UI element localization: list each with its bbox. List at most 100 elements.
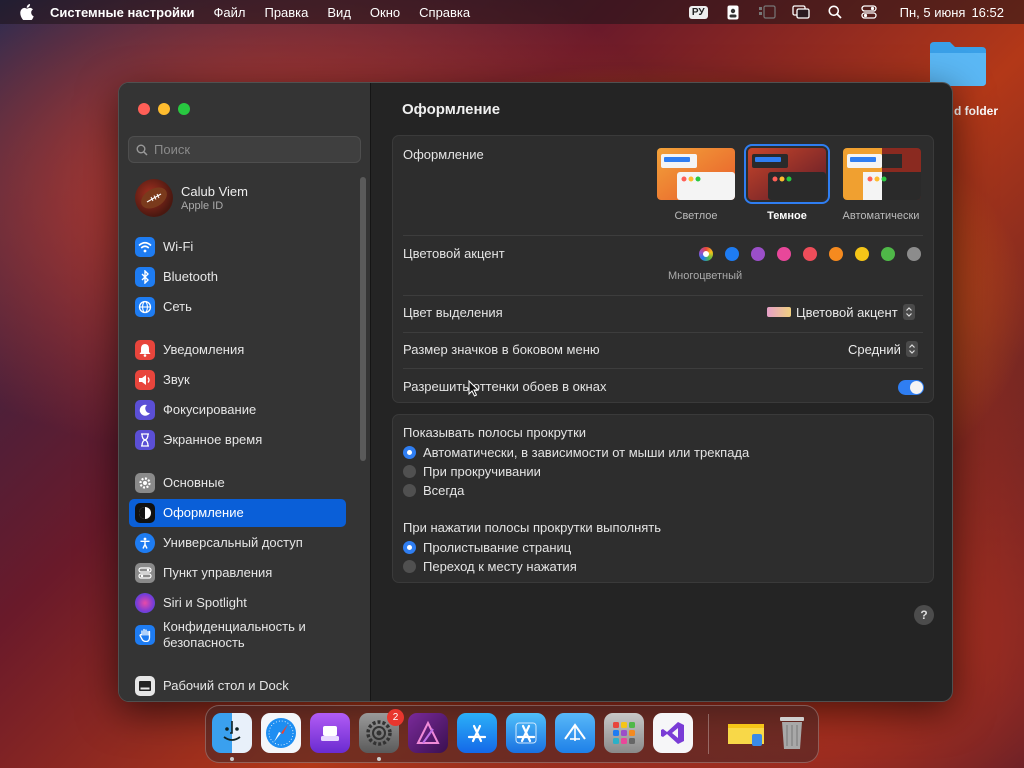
safari-icon[interactable] [261,713,301,753]
radio-unselected [403,484,416,497]
sidebar-item-siri-spotlight[interactable]: Siri и Spotlight [129,589,346,617]
accent-green-swatch[interactable] [881,247,895,261]
sidebar-item-focus[interactable]: Фокусирование [129,396,346,424]
zoom-button[interactable] [178,103,190,115]
dock-running-indicator [377,757,381,761]
sidebar-item-privacy-security[interactable]: Конфиденциальность и безопасность [129,617,346,653]
sidebar-item-label: Пункт управления [163,565,273,580]
accent-blue-swatch[interactable] [725,247,739,261]
sidebar-item-screen-time[interactable]: Экранное время [129,426,346,454]
scroll-click-jump-option[interactable]: Переход к месту нажатия [403,559,577,574]
input-language-badge[interactable]: РУ [688,5,708,19]
appearance-pane: Оформление Оформление Светлое Темное Авт… [372,83,952,701]
search-input[interactable] [154,142,344,157]
wallpaper-tinting-label: Разрешить оттенки обоев в окнах [403,379,607,394]
menu-view[interactable]: Вид [327,5,351,20]
accent-orange-swatch[interactable] [829,247,843,261]
menu-help[interactable]: Справка [419,5,470,20]
sidebar-item-appearance[interactable]: Оформление [129,499,346,527]
app-store-icon[interactable] [457,713,497,753]
sidebar-item-wifi[interactable]: Wi-Fi [129,233,346,261]
radio-selected [403,446,416,459]
dark-theme-preview [748,148,826,200]
folder-icon [928,38,988,88]
launchpad-icon[interactable] [604,713,644,753]
highlight-color-popup[interactable]: Цветовой акцент [767,304,915,320]
mouse-cursor-icon [468,379,480,402]
apple-menu-icon[interactable] [18,3,36,21]
accent-pink-swatch[interactable] [777,247,791,261]
page-title: Оформление [402,101,501,118]
search-icon[interactable] [826,4,844,20]
siri-icon [135,593,155,613]
sidebar-item-network[interactable]: Сеть [129,293,346,321]
appearance-dark-caption: Темное [767,210,807,222]
testflight-icon[interactable] [555,713,595,753]
finder-icon[interactable] [212,713,252,753]
auto-theme-preview [843,148,921,200]
scroll-click-next-page-option[interactable]: Пролистывание страниц [403,540,571,555]
podcasts-icon[interactable] [310,713,350,753]
sidebar-item-desktop-dock[interactable]: Рабочий стол и Dock [129,672,346,700]
trash-icon[interactable] [772,713,812,753]
accent-red-swatch[interactable] [803,247,817,261]
accent-purple-swatch[interactable] [751,247,765,261]
radio-label: Всегда [423,483,465,498]
sidebar-item-general[interactable]: Основные [129,469,346,497]
sidebar-item-label: Siri и Spotlight [163,595,247,610]
dock-icon [135,676,155,696]
sidebar-item-sound[interactable]: Звук [129,366,346,394]
menu-window[interactable]: Окно [370,5,400,20]
sidebar-item-label: Bluetooth [163,269,218,284]
wifi-icon [135,237,155,257]
chevron-up-down-icon [902,304,915,320]
appearance-label: Оформление [403,147,484,162]
settings-icon[interactable]: 2 [359,709,404,753]
accent-color-label: Цветовой акцент [403,246,505,261]
menu-file[interactable]: Файл [214,5,246,20]
xcode-icon[interactable] [506,713,546,753]
folder-label: d folder [954,104,998,118]
scrollbars-always-option[interactable]: Всегда [403,483,464,498]
wallpaper-tinting-toggle[interactable] [898,380,924,395]
appearance-auto-option[interactable] [843,148,921,200]
close-button[interactable] [138,103,150,115]
search-icon [136,144,148,156]
sidebar-scrollbar[interactable] [360,177,366,461]
accent-multicolor-caption: Многоцветный [668,270,743,282]
visual-studio-icon[interactable] [653,713,693,753]
screen-mirroring-icon[interactable] [791,4,810,20]
accessibility-icon [135,533,155,553]
accent-graphite-swatch[interactable] [907,247,921,261]
sidebar: Calub Viem Apple ID Wi-Fi Bluetooth Сеть [119,83,371,701]
radio-label: Автоматически, в зависимости от мыши или… [423,445,750,460]
moon-icon [135,400,155,420]
menu-clock[interactable]: Пн, 5 июня 16:52 [894,5,1004,20]
sidebar-item-notifications[interactable]: Уведомления [129,336,346,364]
contact-card-icon[interactable] [724,4,742,20]
sidebar-item-bluetooth[interactable]: Bluetooth [129,263,346,291]
sidebar-item-label: Уведомления [163,342,245,357]
apple-id-account[interactable]: Calub Viem Apple ID [135,179,248,217]
appearance-dark-option[interactable] [744,144,830,204]
appearance-light-option[interactable] [657,148,735,200]
folder-icon[interactable] [726,713,766,753]
stage-manager-icon[interactable] [758,4,776,20]
divider [403,332,923,333]
sidebar-item-accessibility[interactable]: Универсальный доступ [129,529,346,557]
control-center-icon[interactable] [860,4,878,20]
accent-multicolor-swatch[interactable] [699,247,713,261]
globe-icon [135,297,155,317]
help-button[interactable]: ? [914,605,934,625]
desktop-folder[interactable]: d folder [928,38,1024,118]
sidebar-icon-size-popup[interactable]: Средний [848,341,918,357]
scrollbars-auto-option[interactable]: Автоматически, в зависимости от мыши или… [403,445,749,460]
app-menu[interactable]: Системные настройки [50,5,195,20]
minimize-button[interactable] [158,103,170,115]
affinity-icon[interactable] [408,713,448,753]
accent-yellow-swatch[interactable] [855,247,869,261]
scrollbars-when-scrolling-option[interactable]: При прокручивании [403,464,541,479]
sidebar-item-control-center[interactable]: Пункт управления [129,559,346,587]
menu-edit[interactable]: Правка [264,5,308,20]
highlight-color-label: Цвет выделения [403,305,503,320]
